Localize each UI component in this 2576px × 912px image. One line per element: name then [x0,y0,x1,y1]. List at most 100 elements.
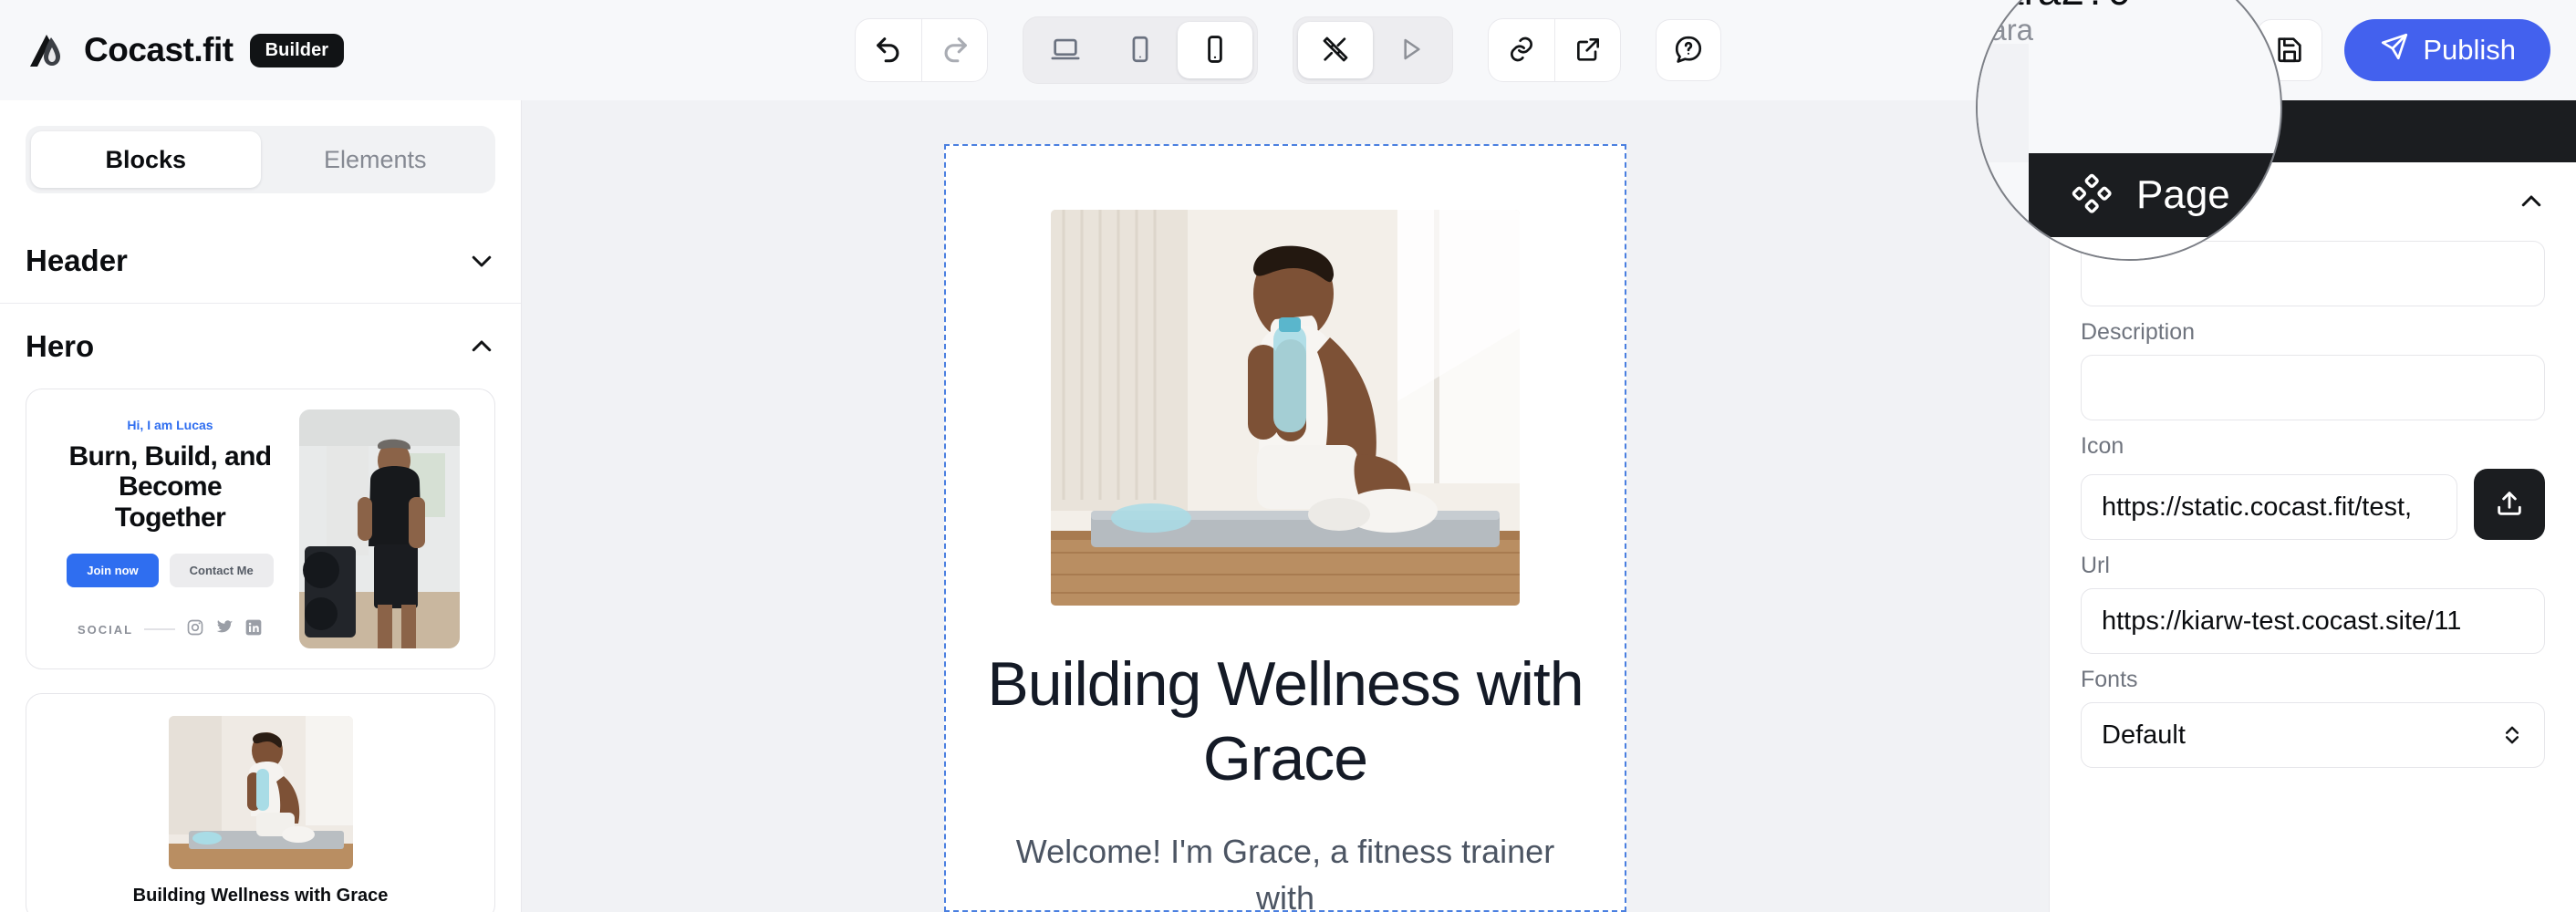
mode-preview-button[interactable] [1373,22,1448,78]
avatar [2017,22,2073,78]
field-description: Description [2081,319,2545,420]
thumb-social-row: SOCIAL [61,618,279,641]
top-toolbar: Cocast.fit Builder [0,0,2576,100]
tab-blocks[interactable]: Blocks [31,131,261,188]
redo-button[interactable] [921,19,987,81]
pencil-ruler-icon [1320,34,1351,67]
help-button[interactable] [1656,19,1721,81]
thumb-eyebrow: Hi, I am Lucas [61,418,279,432]
section-header-header[interactable]: Header [0,219,521,304]
upload-arrow-icon [2494,488,2525,522]
fonts-label: Fonts [2081,667,2545,693]
thumb-buttons: Join now Contact Me [61,554,279,587]
floppy-disk-icon [2274,34,2305,67]
right-toolbar: Kiara2?0 3 Kiara [2017,19,2550,81]
linkedin-icon [244,618,263,641]
sidebar-tabs: Blocks Elements [26,126,495,193]
frame-content: Building Wellness with Grace Welcome! I'… [946,146,1625,912]
copy-link-button[interactable] [1489,19,1554,81]
history-group [855,18,988,82]
field-title [2081,241,2545,306]
female-trainer-yoga-photo-icon [169,716,353,869]
section-title: Hero [26,329,94,364]
link-chain-icon [1507,35,1536,67]
tablet-icon [1125,34,1156,67]
description-label: Description [2081,319,2545,346]
tab-elements[interactable]: Elements [261,131,491,188]
field-icon: Icon [2081,433,2545,540]
undo-arrow-icon [873,34,904,67]
thumb-caption: Building Wellness with Grace [133,886,389,907]
upload-icon-button[interactable] [2474,469,2545,540]
page-tab-label: Page [2128,115,2194,148]
config-fields: Description Icon [2050,241,2576,808]
page-tab[interactable]: Page [2050,100,2576,162]
icon-label: Icon [2081,433,2545,460]
fonts-select-wrap [2081,702,2545,768]
thumb-secondary-button: Contact Me [170,554,274,587]
canvas-area[interactable]: Building Wellness with Grace Welcome! I'… [522,100,2049,912]
builder-app: Cocast.fit Builder [0,0,2576,912]
description-input[interactable] [2081,355,2545,420]
thumbnail-text: Hi, I am Lucas Burn, Build, and Become T… [61,418,279,641]
url-label: Url [2081,553,2545,579]
mode-design-button[interactable] [1298,22,1373,78]
fonts-select[interactable] [2081,702,2545,768]
mobile-phone-icon [1200,34,1231,67]
undo-button[interactable] [856,19,921,81]
redo-arrow-icon [940,34,971,67]
divider [144,628,175,630]
section-header-hero[interactable]: Hero [0,304,521,389]
config-title: Config [2081,182,2185,221]
mode-toggle-group [1293,16,1453,84]
brand-name: Cocast.fit [84,31,234,69]
device-toggle-group [1023,16,1258,84]
brand[interactable]: Cocast.fit Builder [26,29,344,71]
config-section-header[interactable]: Config [2050,162,2576,241]
publish-label: Publish [2423,34,2516,67]
right-sidebar: Page Config Description Icon [2049,100,2576,912]
device-tablet-button[interactable] [1103,22,1178,78]
canvas-hero-heading[interactable]: Building Wellness with Grace [986,648,1584,796]
share-group [1488,18,1621,82]
icon-row [2081,469,2545,540]
laptop-icon [1050,34,1081,67]
instagram-icon [186,618,204,641]
section-title: Header [26,244,128,278]
device-frame[interactable]: Building Wellness with Grace Welcome! I'… [944,144,1626,912]
diamond-cluster-icon [2081,115,2110,149]
chevron-up-icon [2518,188,2545,215]
open-external-button[interactable] [1554,19,1620,81]
female-trainer-water-bottle-photo-icon [1051,210,1520,606]
profile-text: Kiara2?0 3 Kiara [2090,22,2236,79]
device-desktop-button[interactable] [1028,22,1103,78]
cocast-flame-logo-icon [26,29,68,71]
external-link-icon [1574,35,1603,67]
body: Blocks Elements Header Hero Hi, [0,100,2576,912]
male-trainer-gym-photo-icon [299,409,460,648]
hero-thumbnail-list: Hi, I am Lucas Burn, Build, and Become T… [0,389,521,912]
play-triangle-icon [1396,35,1425,67]
field-fonts: Fonts [2081,667,2545,768]
publish-button[interactable]: Publish [2344,19,2550,81]
list-item[interactable]: Building Wellness with Grace [26,693,495,912]
user-profile[interactable]: Kiara2?0 3 Kiara [2017,22,2236,79]
chevron-down-icon [468,247,495,275]
twitter-icon [215,618,234,641]
title-input[interactable] [2081,241,2545,306]
url-input[interactable] [2081,588,2545,654]
profile-subtitle: Kiara [2090,56,2236,79]
save-button[interactable] [2257,19,2322,81]
left-sidebar: Blocks Elements Header Hero Hi, [0,100,522,912]
thumb-heading: Burn, Build, and Become Together [61,441,279,534]
chevron-up-icon [468,333,495,360]
device-mobile-button[interactable] [1178,22,1252,78]
brand-badge: Builder [250,34,345,67]
canvas-hero-paragraph[interactable]: Welcome! I'm Grace, a fitness trainer wi… [986,829,1584,912]
list-item[interactable]: Hi, I am Lucas Burn, Build, and Become T… [26,389,495,669]
icon-input[interactable] [2081,474,2457,540]
question-chat-icon [1673,34,1704,67]
center-toolbar [855,16,1721,84]
thumb-social-label: SOCIAL [78,623,133,637]
paper-plane-icon [2379,31,2410,69]
